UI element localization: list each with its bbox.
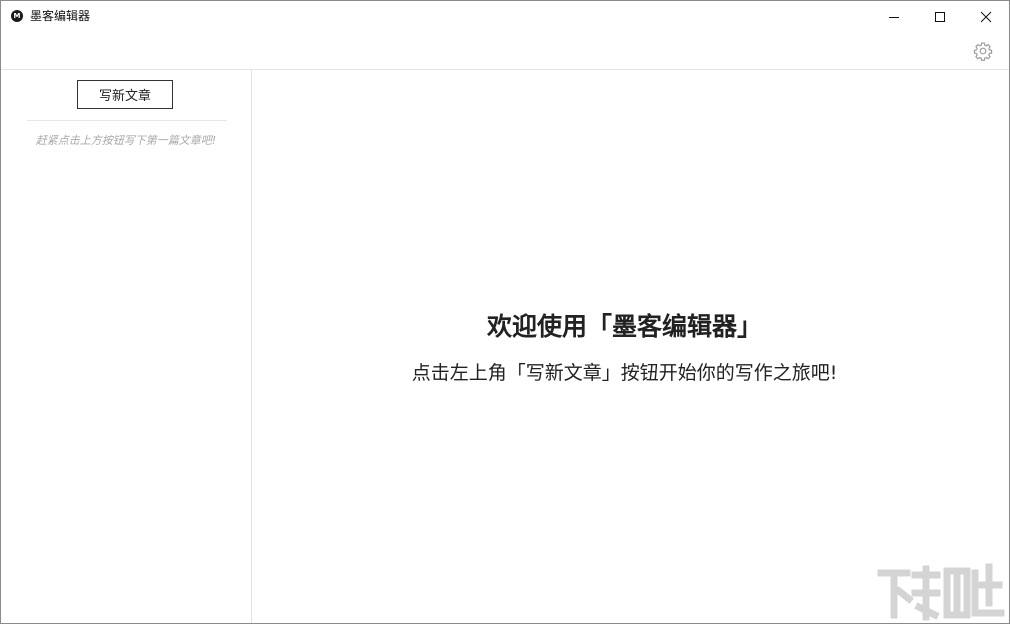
main-content: 欢迎使用「墨客编辑器」 点击左上角「写新文章」按钮开始你的写作之旅吧! [252,70,1009,623]
close-icon [980,11,992,22]
welcome-subtitle: 点击左上角「写新文章」按钮开始你的写作之旅吧! [411,362,838,384]
close-button[interactable] [963,1,1009,32]
gear-icon [973,42,993,61]
empty-article-hint: 赶紧点击上方按钮写下第一篇文章吧! [35,134,217,147]
minimize-button[interactable] [871,1,917,32]
minimize-icon [889,16,899,18]
sidebar-divider [27,120,227,121]
maximize-button[interactable] [917,1,963,32]
toolbar [1,32,1009,70]
app-logo-icon: M [11,10,23,22]
new-article-button[interactable]: 写新文章 [77,80,173,109]
welcome-title: 欢迎使用「墨客编辑器」 [486,312,762,341]
window-title: 墨客编辑器 [30,9,91,23]
watermark-logo [877,563,1005,621]
app-window: M 墨客编辑器 写新文章 赶紧点击上方按钮写下第一篇文章吧! 欢迎使用「墨客编辑… [0,0,1010,624]
title-bar[interactable]: M 墨客编辑器 [1,1,1009,32]
settings-button[interactable] [971,39,995,63]
sidebar: 写新文章 赶紧点击上方按钮写下第一篇文章吧! [1,70,252,623]
maximize-icon [935,11,945,22]
